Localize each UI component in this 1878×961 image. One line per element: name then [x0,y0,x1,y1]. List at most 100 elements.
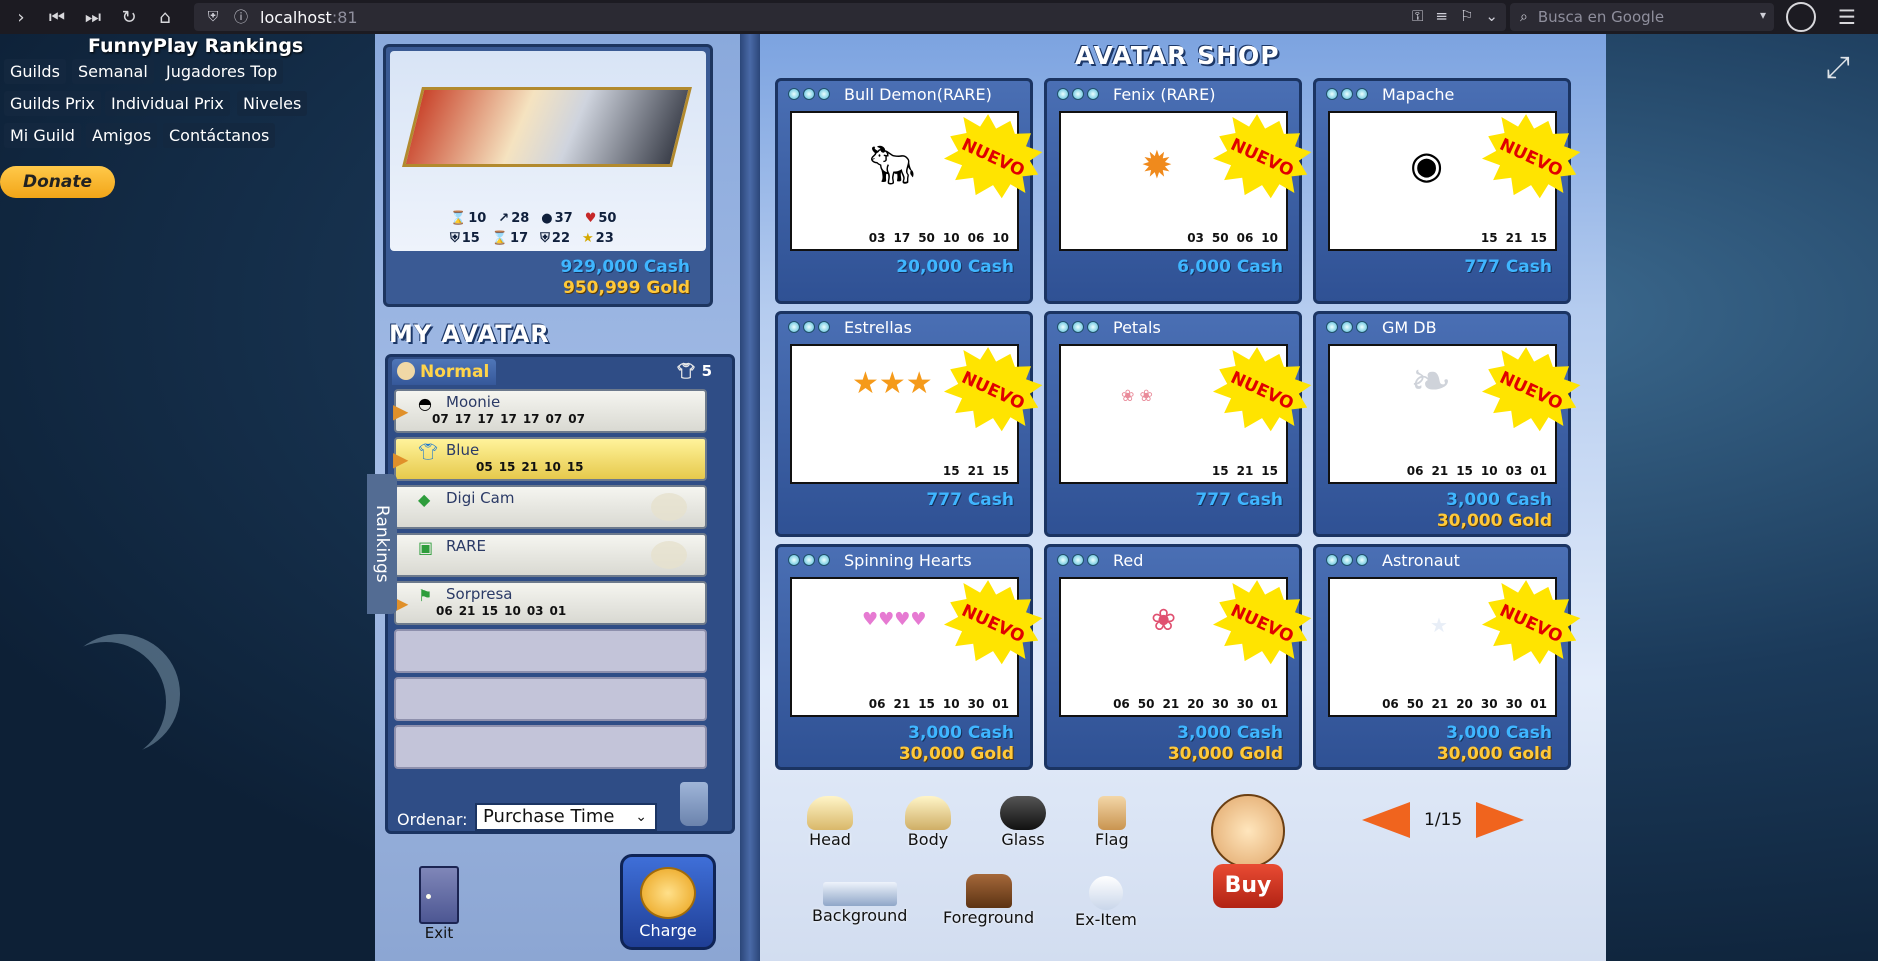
chevron-down-icon[interactable]: ⌄ [1485,7,1498,25]
link-jugadores-top[interactable]: Jugadores Top [160,59,284,84]
shop-item-card[interactable]: Astronaut ★ NUEVO 06 50 21 20 30 30 01 3,000 C… [1313,544,1571,770]
item-cash-price: 777 Cash [926,490,1014,510]
shield-icon: ⛨ [540,231,550,246]
sort-select[interactable]: Purchase Time ⌄ [475,803,657,831]
gem-rating-icon [1057,88,1099,100]
link-guilds-prix[interactable]: Guilds Prix [4,91,101,116]
next-page-arrow-icon[interactable] [1476,802,1525,838]
link-niveles[interactable]: Niveles [237,91,308,116]
link-individual-prix[interactable]: Individual Prix [105,91,230,116]
helmet-icon [807,796,853,830]
shop-item-card[interactable]: Red ❀ NUEVO 06 50 21 20 30 30 01 3,000 Cash 30… [1044,544,1302,770]
moon-decoration [60,634,180,754]
link-mi-guild[interactable]: Mi Guild [4,123,81,148]
item-gold-price: 30,000 Gold [1436,511,1552,531]
preview-stats-row-2: ⛨ 15 ⌛ 17 ⛨ 22 ★ 23 [450,231,614,246]
gem-rating-icon [1326,321,1368,333]
shop-item-card[interactable]: Estrellas ★★★ NUEVO 15 21 15 777 Cash [775,311,1033,537]
page-indicator: 1/15 [1424,810,1463,830]
shop-item-card[interactable]: Fenix (RARE) ✹ NUEVO 03 50 06 10 6,000 Cash [1044,78,1302,304]
shop-item-card[interactable]: Petals ❀ ❀ NUEVO 15 21 15 777 Cash [1044,311,1302,537]
stars-sprite: ★★★ [852,366,933,401]
inventory-item-digi-cam[interactable]: ◆ Digi Cam [394,485,707,529]
inventory-item-rare[interactable]: ▣ RARE [394,533,707,577]
preview-stats-row-1: ⌛ 10 ↗ 28 ● 37 ♥ 50 [450,211,617,226]
prev-page-arrow-icon[interactable] [1362,802,1410,838]
category-flag-button[interactable]: Flag [1095,796,1129,849]
link-contactanos[interactable]: Contáctanos [163,123,276,148]
search-input[interactable]: ⌕ Busca en Google ▾ [1510,3,1774,31]
key-icon[interactable]: ⚿ [1412,7,1423,25]
shield-icon: ⛨ [450,231,460,246]
url-text: localhost:81 [260,7,358,27]
shirt-icon [905,796,951,830]
url-bar[interactable]: ⛨ ⓘ localhost:81 ⚿ ≡ ⚐ ⌄ [194,3,1506,31]
category-head-button[interactable]: Head [807,796,853,849]
skip-back-icon[interactable]: ⏮ [42,2,72,32]
play-icon: ▶ [393,447,409,471]
category-ex-item-button[interactable]: Ex-Item [1075,876,1137,929]
flag-icon: ⚑ [418,586,433,605]
gem-rating-icon [1057,321,1099,333]
rankings-tab[interactable]: Rankings [367,474,397,614]
category-glass-button[interactable]: Glass [1000,796,1046,849]
forward-icon[interactable]: › [6,2,36,32]
gem-rating-icon [788,554,830,566]
shop-item-card[interactable]: Bull Demon(RARE) 🐂︎ NUEVO 03 17 50 10 06 10 2… [775,78,1033,304]
charge-button[interactable]: Charge [620,854,716,950]
bookmark-icon[interactable]: ⚐ [1460,7,1473,25]
search-icon: ⌕ [1520,9,1528,25]
picture-icon: ▣ [418,538,434,557]
buy-button[interactable]: Buy [1198,794,1298,924]
item-cash-price: 777 Cash [1464,257,1552,277]
inventory-slot-empty[interactable] [394,629,707,673]
star-icon: ★ [582,231,594,246]
hearts-sprite: ♥♥♥♥ [862,609,927,630]
home-icon[interactable]: ⌂ [150,2,180,32]
reload-icon[interactable]: ↻ [114,2,144,32]
item-cash-price: 3,000 Cash [1177,723,1283,743]
astronaut-sprite: ★ [1430,613,1448,637]
shirt-icon: 👕︎ [418,442,439,461]
donate-button[interactable]: Donate [0,166,115,198]
coins-icon [640,867,696,919]
slot-count: 👕︎ 5 [676,362,712,380]
inventory-item-sorpresa[interactable]: ▶ ⚑ Sorpresa 06 21 15 10 03 01 [393,581,707,625]
chevron-down-icon[interactable]: ▾ [1760,8,1766,22]
item-cash-price: 3,000 Cash [1446,723,1552,743]
trash-icon[interactable] [680,782,708,826]
link-amigos[interactable]: Amigos [86,123,158,148]
wing-sprite: ❧ [1410,352,1452,410]
shop-pagination: 1/15 [1362,802,1525,838]
fullscreen-icon[interactable]: ⤢ [1826,50,1850,85]
page: FunnyPlay Rankings Guilds Semanal Jugado… [0,34,1878,961]
reader-icon[interactable]: ≡ [1435,7,1448,25]
play-icon: ▶ [393,399,409,423]
inventory-item-blue[interactable]: ▶ 👕︎ Blue 05 15 21 10 15 [393,437,707,481]
inventory-slot-empty[interactable] [394,677,707,721]
category-body-button[interactable]: Body [905,796,951,849]
egg-icon [1088,876,1123,910]
category-background-button[interactable]: Background [812,882,907,925]
tab-normal[interactable]: Normal [392,359,496,385]
profile-icon[interactable] [1786,2,1816,32]
door-icon [419,866,459,924]
item-gold-price: 30,000 Gold [1436,744,1552,764]
inventory-slot-empty[interactable] [394,725,707,769]
shop-item-card[interactable]: GM DB ❧ NUEVO 06 21 15 10 03 01 3,000 Cash 30… [1313,311,1571,537]
shop-item-card[interactable]: Spinning Hearts ♥♥♥♥ NUEVO 06 21 15 10 30 01 … [775,544,1033,770]
menu-icon[interactable]: ☰ [1838,5,1856,29]
link-guilds[interactable]: Guilds [4,59,66,84]
avatar-head-icon [1211,794,1285,868]
inventory-item-moonie[interactable]: ▶ ◓ Moonie 07 17 17 17 17 07 07 [393,389,707,433]
head-icon: ◓ [418,394,432,413]
category-foreground-button[interactable]: Foreground [943,874,1034,927]
info-icon[interactable]: ⓘ [232,7,250,27]
item-cash-price: 6,000 Cash [1177,257,1283,277]
shop-item-card[interactable]: Mapache ◉ NUEVO 15 21 15 777 Cash [1313,78,1571,304]
exit-button[interactable]: Exit [411,866,467,944]
rock-icon [965,874,1012,908]
skip-forward-icon[interactable]: ⏭ [78,2,108,32]
hourglass-icon: ⌛ [491,231,509,246]
link-semanal[interactable]: Semanal [72,59,154,84]
